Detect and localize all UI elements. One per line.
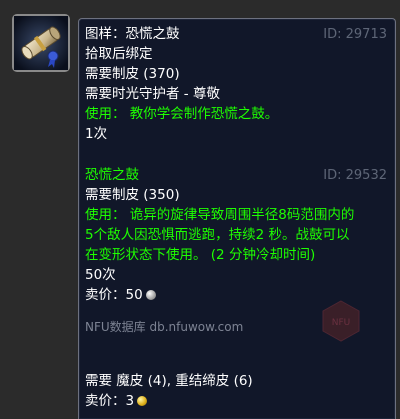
created-sell-price: 卖价：50 (85, 285, 156, 305)
item-name: 图样：恐慌之鼓 (85, 26, 180, 42)
reputation-requirement: 需要时光守护者 - 尊敬 (85, 86, 220, 102)
reagents: 需要 魔皮 (4), 重结缔皮 (6) (85, 373, 253, 389)
svg-text:NFU: NFU (332, 318, 351, 328)
created-item-name[interactable]: 恐慌之鼓 (85, 165, 139, 185)
scroll-pattern-icon (14, 16, 68, 70)
binding-text: 拾取后绑定 (85, 46, 153, 62)
skill-requirement: 需要制皮 (370) (85, 66, 180, 82)
item-id: ID: 29713 (323, 27, 387, 42)
created-item-id: ID: 29532 (323, 168, 387, 183)
sell-price-label: 卖价：3 (85, 393, 135, 409)
gold-coin-icon (137, 396, 148, 406)
sell-price-label: 卖价：50 (85, 287, 143, 303)
created-use-effect-line2: 5个敌人因恐惧而逃跑，持续2 秒。战鼓可以 (85, 227, 350, 243)
item-tooltip: 图样：恐慌之鼓 ID: 29713 拾取后绑定 需要制皮 (370) 需要时光守… (78, 18, 396, 419)
nfu-watermark-icon: NFU (322, 300, 360, 342)
use-effect[interactable]: 使用： 教你学会制作恐慌之鼓。 (85, 104, 278, 124)
created-charges: 50次 (85, 267, 116, 283)
created-use-effect-line1: 使用： 诡异的旋律导致周围半径8码范围内的 (85, 207, 355, 223)
created-use-effect-line3: 在变形状态下使用。 (2 分钟冷却时间) (85, 247, 316, 263)
item-icon-frame[interactable] (12, 14, 70, 72)
pattern-sell-price: 卖价：3 (85, 391, 148, 411)
silver-coin-icon (145, 290, 156, 300)
charges: 1次 (85, 126, 108, 142)
created-skill-requirement: 需要制皮 (350) (85, 187, 180, 203)
database-source[interactable]: NFU数据库 db.nfuwow.com (85, 318, 243, 336)
